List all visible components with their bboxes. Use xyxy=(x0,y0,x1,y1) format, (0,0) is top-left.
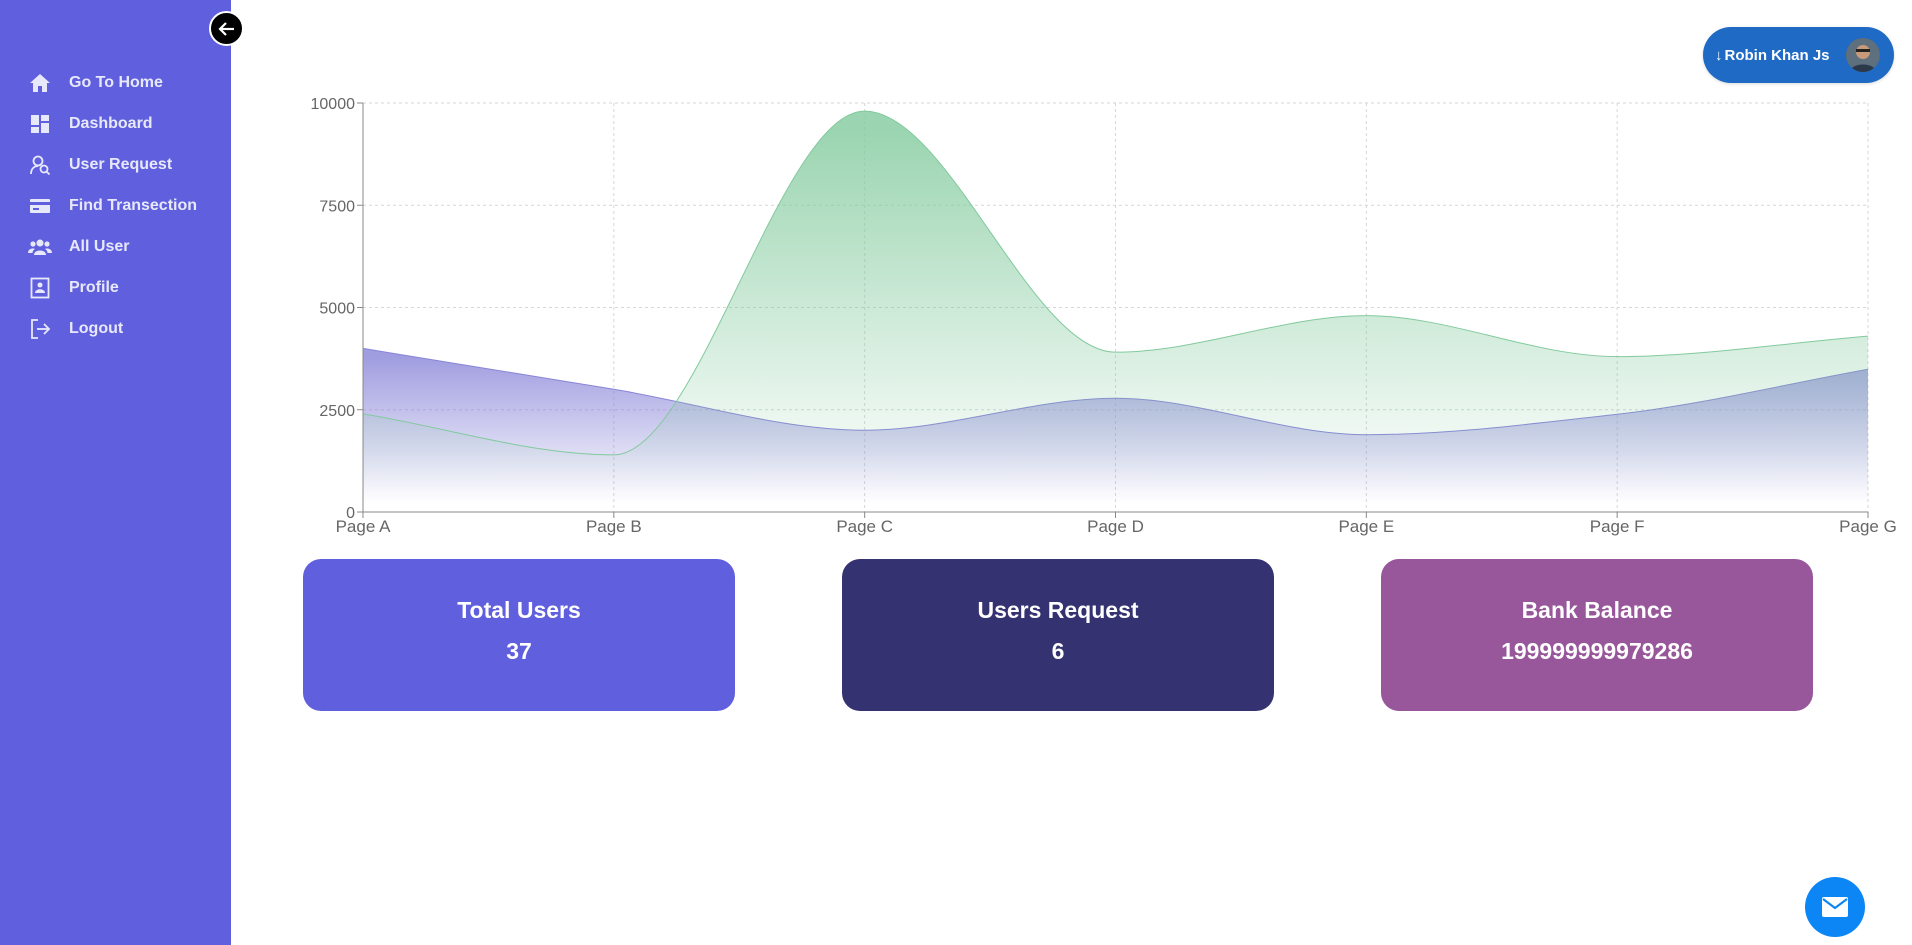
sidebar-item-logout[interactable]: Logout xyxy=(0,308,231,349)
x-tick-label: Page A xyxy=(336,517,391,536)
y-tick-label: 7500 xyxy=(319,198,355,215)
arrow-down-icon: ↓ xyxy=(1715,46,1723,64)
arrow-left-icon xyxy=(217,21,234,36)
user-name: Robin Khan Js xyxy=(1724,46,1830,64)
sidebar-item-label: Profile xyxy=(69,278,119,296)
x-tick-label: Page G xyxy=(1839,517,1897,536)
card-value: 6 xyxy=(1051,638,1065,664)
card-title: Total Users xyxy=(457,597,581,623)
dashboard-icon xyxy=(28,112,52,136)
logout-icon xyxy=(28,317,52,341)
sidebar-item-label: Find Transection xyxy=(69,196,198,214)
x-tick-label: Page D xyxy=(1087,517,1144,536)
user-search-icon xyxy=(28,153,52,177)
x-tick-label: Page B xyxy=(586,517,642,536)
profile-icon xyxy=(28,276,52,300)
sidebar-nav: Go To Home Dashboard User Request Find T… xyxy=(0,62,231,349)
sidebar-item-label: Logout xyxy=(69,319,124,337)
users-icon xyxy=(28,235,52,259)
y-tick-label: 10000 xyxy=(311,96,356,113)
x-tick-label: Page C xyxy=(836,517,893,536)
area-chart: 025005000750010000Page A Page B Page C Page… xyxy=(311,96,1897,536)
y-tick-label: 2500 xyxy=(319,403,355,420)
sidebar-item-find-transection[interactable]: Find Transection xyxy=(0,185,231,226)
y-tick-label: 5000 xyxy=(319,301,355,318)
card-title: Bank Balance xyxy=(1521,597,1673,623)
card-value: 199999999979286 xyxy=(1501,638,1693,664)
credit-card-icon xyxy=(28,194,52,218)
mail-icon xyxy=(1822,897,1848,917)
card-title: Users Request xyxy=(977,597,1139,623)
sidebar-item-label: Go To Home xyxy=(69,73,163,91)
total-users-card: Total Users 37 xyxy=(303,559,735,711)
card-value: 37 xyxy=(506,638,532,664)
users-request-card: Users Request 6 xyxy=(842,559,1274,711)
sidebar-item-label: All User xyxy=(69,237,130,255)
sidebar-item-user-request[interactable]: User Request xyxy=(0,144,231,185)
sidebar-collapse-button[interactable] xyxy=(209,11,244,46)
sidebar-item-all-user[interactable]: All User xyxy=(0,226,231,267)
sidebar-item-dashboard[interactable]: Dashboard xyxy=(0,103,231,144)
sidebar-item-profile[interactable]: Profile xyxy=(0,267,231,308)
avatar xyxy=(1846,38,1880,72)
home-icon xyxy=(28,71,52,95)
sidebar-item-home[interactable]: Go To Home xyxy=(0,62,231,103)
bank-balance-card: Bank Balance 199999999979286 xyxy=(1381,559,1813,711)
sidebar: Go To Home Dashboard User Request Find T… xyxy=(0,0,231,945)
sidebar-item-label: User Request xyxy=(69,155,173,173)
user-menu-button[interactable]: ↓ Robin Khan Js xyxy=(1703,27,1894,83)
x-tick-label: Page F xyxy=(1590,517,1645,536)
sidebar-item-label: Dashboard xyxy=(69,114,153,132)
x-tick-label: Page E xyxy=(1338,517,1394,536)
message-fab-button[interactable] xyxy=(1805,877,1865,937)
